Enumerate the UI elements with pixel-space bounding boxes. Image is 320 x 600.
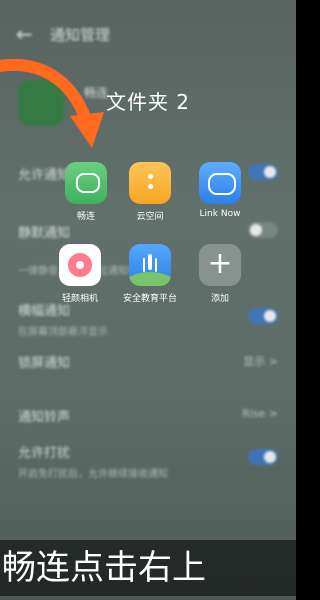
cloud-space-icon (129, 162, 171, 204)
app-chat[interactable]: 畅连 (54, 162, 118, 222)
safety-education-icon (129, 244, 171, 286)
app-add[interactable]: + 添加 (188, 244, 252, 304)
row-subtitle: 开启免打扰后，允许继续接收通知 (18, 469, 168, 480)
folder-title[interactable]: 文件夹 2 (0, 86, 296, 115)
row-label: 静默通知 (18, 226, 71, 241)
plus-icon: + (199, 244, 241, 286)
row-subtitle: 在屏幕顶部悬浮显示 (18, 327, 108, 338)
app-camera[interactable]: 轻颜相机 (48, 244, 112, 304)
ringtone-value: Rise > (242, 407, 278, 420)
app-label: 轻颜相机 (61, 294, 98, 304)
camera-icon (59, 244, 101, 286)
lockscreen-value: 显示 > (243, 355, 278, 368)
app-label: 添加 (210, 294, 229, 304)
chat-icon (65, 162, 107, 204)
allow-disturb-toggle[interactable] (248, 449, 278, 465)
link-now-icon (199, 162, 241, 204)
app-label: 安全教育平台 (122, 294, 177, 304)
app-label: 云空间 (136, 212, 164, 222)
app-cloud-space[interactable]: 云空间 (118, 162, 182, 222)
allow-notifications-toggle[interactable] (248, 164, 278, 180)
app-link-now[interactable]: Link Now (188, 162, 252, 219)
app-safety-education[interactable]: 安全教育平台 (118, 244, 182, 304)
app-label: 畅连 (76, 212, 95, 222)
banner-notifications-row[interactable]: 横幅通知 在屏幕顶部悬浮显示 (18, 300, 282, 338)
row-label: 允许打扰 (18, 446, 71, 461)
banner-notifications-toggle[interactable] (248, 308, 278, 324)
silent-notifications-row[interactable]: 静默通知 (18, 222, 282, 241)
row-label: 锁屏通知 (18, 356, 71, 371)
row-label: 通知铃声 (18, 410, 71, 425)
silent-notifications-toggle[interactable] (248, 222, 278, 238)
screen: ← 通知管理 畅连 允许通知 静默通知 一律静音，仅在下拉通知中显示 横幅通知 … (0, 0, 296, 600)
video-caption: 畅连点击右上 (0, 540, 296, 596)
app-label: Link Now (199, 209, 241, 219)
allow-disturb-row[interactable]: 允许打扰 开启免打扰后，允许继续接收通知 (18, 442, 282, 480)
